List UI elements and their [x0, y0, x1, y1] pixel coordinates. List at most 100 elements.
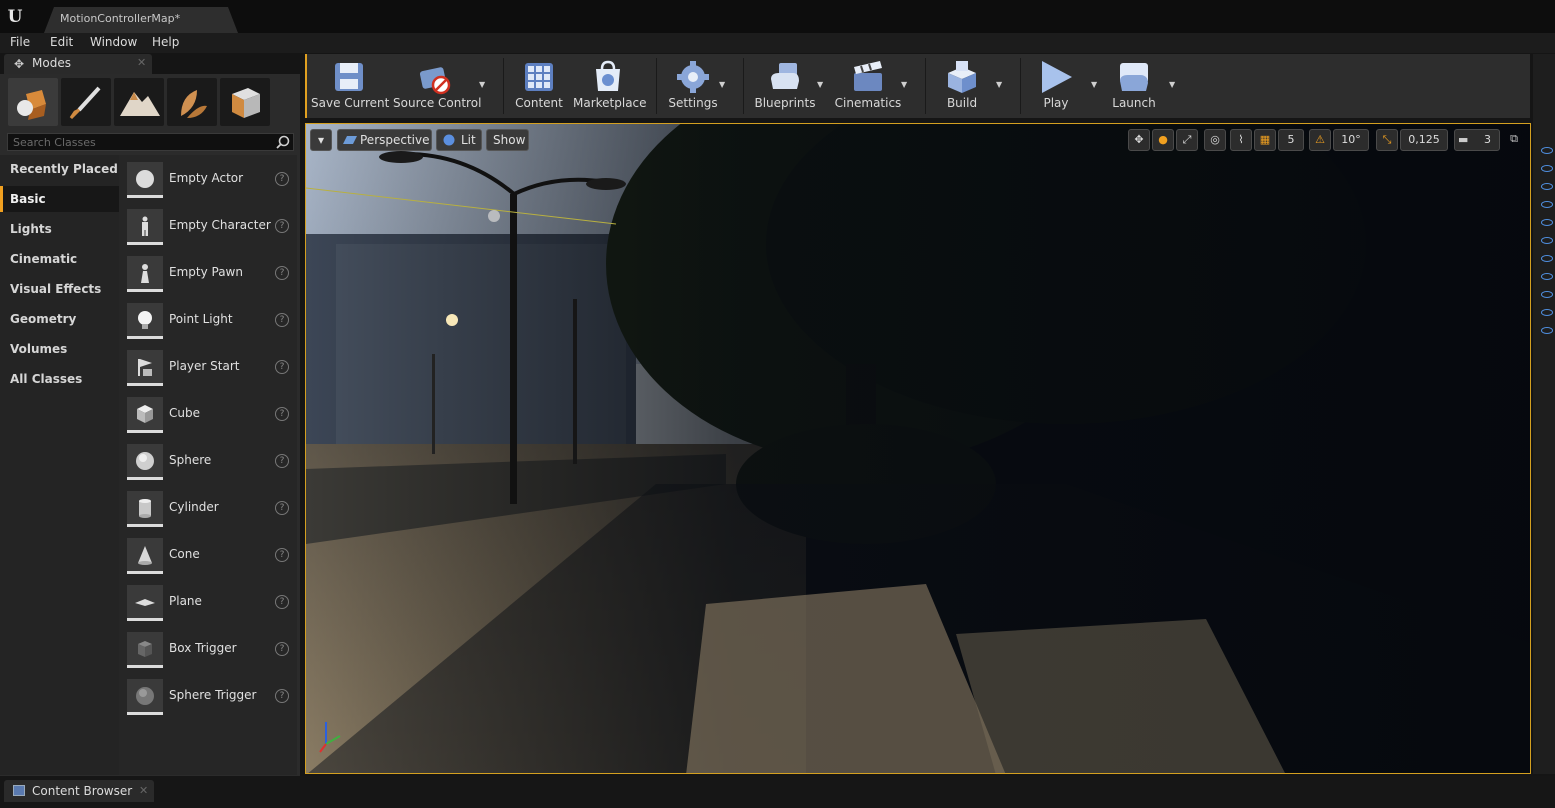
category-cinematic[interactable]: Cinematic — [0, 246, 119, 272]
content-browser-tab[interactable]: Content Browser ✕ — [4, 780, 154, 802]
visibility-eye-icon[interactable] — [1541, 219, 1553, 226]
play-dropdown-icon[interactable]: ▼ — [1091, 80, 1097, 89]
scale-tool-icon[interactable]: ⤢ — [1176, 129, 1198, 151]
list-item[interactable]: Empty Pawn ? — [119, 251, 297, 297]
content-browser-label: Content Browser — [32, 784, 133, 798]
place-mode-button[interactable] — [8, 78, 58, 126]
visibility-eye-icon[interactable] — [1541, 291, 1553, 298]
help-icon[interactable]: ? — [275, 501, 289, 515]
list-item[interactable]: Plane ? — [119, 580, 297, 626]
list-item[interactable]: Box Trigger ? — [119, 627, 297, 673]
category-geometry[interactable]: Geometry — [0, 306, 119, 332]
help-icon[interactable]: ? — [275, 454, 289, 468]
settings-dropdown-icon[interactable]: ▼ — [719, 80, 725, 89]
help-icon[interactable]: ? — [275, 172, 289, 186]
search-input[interactable] — [8, 134, 268, 150]
category-basic[interactable]: Basic — [0, 186, 119, 212]
help-icon[interactable]: ? — [275, 689, 289, 703]
paint-mode-button[interactable] — [61, 78, 111, 126]
show-button[interactable]: Show — [486, 129, 529, 151]
level-document-tab[interactable]: MotionControllerMap* — [44, 7, 238, 33]
launch-button[interactable]: Launch — [1105, 54, 1163, 118]
visibility-eye-icon[interactable] — [1541, 165, 1553, 172]
visibility-eye-icon[interactable] — [1541, 183, 1553, 190]
category-visual-effects[interactable]: Visual Effects — [0, 276, 119, 302]
blueprints-dropdown-icon[interactable]: ▼ — [817, 80, 823, 89]
close-icon[interactable]: ✕ — [139, 784, 148, 797]
category-label: All Classes — [10, 372, 83, 386]
landscape-mode-button[interactable] — [114, 78, 164, 126]
build-dropdown-icon[interactable]: ▼ — [996, 80, 1002, 89]
play-button[interactable]: Play — [1029, 54, 1083, 118]
level-viewport[interactable]: ▾ Perspective Lit Show ✥ ● ⤢ ◎ ⌇ ▦ 5 ⚠ 1… — [305, 123, 1531, 774]
help-icon[interactable]: ? — [275, 360, 289, 374]
list-item[interactable]: Empty Actor ? — [119, 157, 297, 203]
help-icon[interactable]: ? — [275, 642, 289, 656]
list-item[interactable]: Empty Character ? — [119, 204, 297, 250]
unreal-logo-icon[interactable]: U — [4, 6, 26, 28]
close-icon[interactable]: ✕ — [137, 56, 146, 69]
item-label: Cube — [169, 406, 200, 420]
category-recently-placed[interactable]: Recently Placed — [0, 156, 119, 182]
help-icon[interactable]: ? — [275, 595, 289, 609]
modes-tab[interactable]: ✥ Modes ✕ — [4, 54, 152, 74]
list-item[interactable]: Cube ? — [119, 392, 297, 438]
grid-snap-icon[interactable]: ▦ — [1254, 129, 1276, 151]
list-item[interactable]: Cylinder ? — [119, 486, 297, 532]
help-icon[interactable]: ? — [275, 266, 289, 280]
foliage-mode-button[interactable] — [167, 78, 217, 126]
help-icon[interactable]: ? — [275, 219, 289, 233]
world-space-icon[interactable]: ◎ — [1204, 129, 1226, 151]
character-icon — [142, 216, 148, 236]
visibility-eye-icon[interactable] — [1541, 309, 1553, 316]
visibility-eye-icon[interactable] — [1541, 327, 1553, 334]
category-volumes[interactable]: Volumes — [0, 336, 119, 362]
list-item[interactable]: Cone ? — [119, 533, 297, 579]
menu-file[interactable]: File — [10, 35, 30, 49]
save-current-button[interactable]: Save Current — [311, 54, 389, 118]
search-icon[interactable] — [275, 134, 291, 150]
launch-dropdown-icon[interactable]: ▼ — [1169, 80, 1175, 89]
marketplace-button[interactable]: Marketplace — [573, 54, 647, 118]
visibility-eye-icon[interactable] — [1541, 273, 1553, 280]
list-item[interactable]: Player Start ? — [119, 345, 297, 391]
category-all-classes[interactable]: All Classes — [0, 366, 119, 392]
geometry-mode-button[interactable] — [220, 78, 270, 126]
grid-snap-value[interactable]: 5 — [1278, 129, 1304, 151]
placeable-items-list: Empty Actor ? Empty Character ? Empty Pa… — [119, 155, 297, 775]
visibility-eye-icon[interactable] — [1541, 237, 1553, 244]
paint-mode-icon — [69, 86, 101, 120]
viewport-options-dropdown[interactable]: ▾ — [310, 129, 332, 151]
category-lights[interactable]: Lights — [0, 216, 119, 242]
build-button[interactable]: Build — [935, 54, 989, 118]
menu-help[interactable]: Help — [152, 35, 179, 49]
help-icon[interactable]: ? — [275, 313, 289, 327]
camera-icon: ▬ — [1458, 133, 1469, 146]
help-icon[interactable]: ? — [275, 407, 289, 421]
list-item[interactable]: Point Light ? — [119, 298, 297, 344]
translate-tool-icon[interactable]: ✥ — [1128, 129, 1150, 151]
bottom-dock — [0, 776, 1555, 808]
maximize-viewport-icon[interactable]: ⧉ — [1506, 132, 1522, 148]
settings-button[interactable]: Settings — [665, 54, 721, 118]
list-item[interactable]: Sphere ? — [119, 439, 297, 485]
rotation-snap-value[interactable]: 10° — [1333, 129, 1369, 151]
cinematics-dropdown-icon[interactable]: ▼ — [901, 80, 907, 89]
rotate-tool-icon[interactable]: ● — [1152, 129, 1174, 151]
visibility-eye-icon[interactable] — [1541, 255, 1553, 262]
scale-snap-icon[interactable]: ⤡ — [1376, 129, 1398, 151]
blueprints-button[interactable]: Blueprints — [753, 54, 817, 118]
visibility-eye-icon[interactable] — [1541, 201, 1553, 208]
visibility-eye-icon[interactable] — [1541, 147, 1553, 154]
help-icon[interactable]: ? — [275, 548, 289, 562]
source-control-dropdown-icon[interactable]: ▼ — [479, 80, 485, 89]
menu-window[interactable]: Window — [90, 35, 137, 49]
rotation-snap-icon[interactable]: ⚠ — [1309, 129, 1331, 151]
surface-snap-icon[interactable]: ⌇ — [1230, 129, 1252, 151]
menu-edit[interactable]: Edit — [50, 35, 73, 49]
list-item[interactable]: Sphere Trigger ? — [119, 674, 297, 720]
scale-snap-value[interactable]: 0,125 — [1400, 129, 1448, 151]
cinematics-button[interactable]: Cinematics — [833, 54, 903, 118]
source-control-button[interactable]: Source Control — [393, 54, 481, 118]
content-button[interactable]: Content — [513, 54, 565, 118]
